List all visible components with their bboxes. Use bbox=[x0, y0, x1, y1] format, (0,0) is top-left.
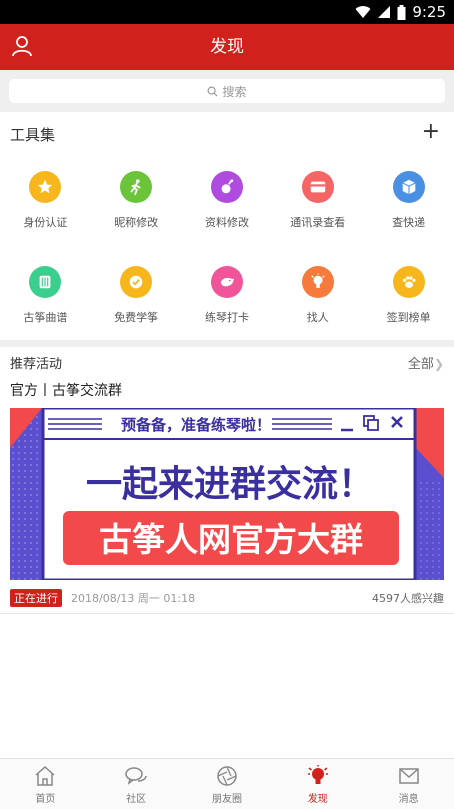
banner-art: 预备备，准备练琴啦！ 一起来进群交流！ 古筝人网官方大群 bbox=[10, 408, 444, 580]
bulb-icon bbox=[301, 266, 334, 298]
chevron-right-icon: ❯ bbox=[433, 357, 444, 371]
wifi-icon bbox=[355, 6, 371, 19]
see-all-label: 全部 bbox=[407, 357, 434, 372]
status-bar: 9:25 bbox=[0, 0, 454, 24]
tab-home[interactable]: 首页 bbox=[0, 759, 91, 809]
star-icon bbox=[29, 171, 62, 203]
section-divider bbox=[0, 340, 454, 347]
tool-profile-edit[interactable]: 资料修改 bbox=[182, 162, 273, 257]
tool-label: 练琴打卡 bbox=[204, 311, 249, 324]
banner-line1: 预备备，准备练琴啦！ bbox=[121, 416, 271, 434]
see-all-link[interactable]: 全部❯ bbox=[408, 353, 444, 372]
tab-label: 社区 bbox=[126, 794, 147, 805]
mail-icon bbox=[398, 768, 419, 784]
tab-label: 发现 bbox=[307, 794, 328, 805]
banner-line3: 古筝人网官方大群 bbox=[99, 520, 363, 559]
paw-icon bbox=[392, 266, 425, 298]
score-icon bbox=[29, 266, 62, 298]
tool-signin-ranking[interactable]: 签到榜单 bbox=[363, 257, 454, 352]
tool-find-people[interactable]: 找人 bbox=[272, 257, 363, 352]
content-separator bbox=[0, 613, 454, 614]
status-time: 9:25 bbox=[412, 3, 446, 21]
bottle-icon bbox=[210, 171, 243, 203]
activity-banner[interactable]: 预备备，准备练琴啦！ 一起来进群交流！ 古筝人网官方大群 bbox=[10, 408, 444, 580]
add-tool-button[interactable]: + bbox=[422, 120, 440, 144]
activity-title[interactable]: 官方丨古筝交流群 bbox=[10, 380, 122, 400]
bottom-tab-bar: 首页 社区 朋友圈 发现 消息 bbox=[0, 758, 454, 809]
package-icon bbox=[392, 171, 425, 203]
banner-line2: 一起来进群交流！ bbox=[86, 463, 374, 505]
runner-icon bbox=[120, 171, 153, 203]
chat-icon bbox=[125, 767, 147, 785]
tool-label: 昵称修改 bbox=[114, 216, 159, 229]
tab-moments[interactable]: 朋友圈 bbox=[182, 759, 273, 809]
aperture-icon bbox=[217, 766, 237, 786]
tool-free-lessons[interactable]: 免费学筝 bbox=[91, 257, 182, 352]
tab-label: 朋友圈 bbox=[211, 794, 242, 805]
tab-community[interactable]: 社区 bbox=[91, 759, 182, 809]
tools-section: 工具集 + 身份认证 昵称修改 资料修改 通讯录查看 查快递 古筝曲谱 免费学筝… bbox=[0, 112, 454, 340]
tool-identity-verify[interactable]: 身份认证 bbox=[0, 162, 91, 257]
tool-label: 古筝曲谱 bbox=[23, 311, 68, 324]
search-input[interactable]: 搜索 bbox=[9, 79, 445, 103]
recommended-heading: 推荐活动 bbox=[10, 357, 63, 372]
tools-heading: 工具集 bbox=[10, 126, 56, 144]
search-placeholder: 搜索 bbox=[222, 84, 247, 99]
tool-contacts-view[interactable]: 通讯录查看 bbox=[272, 162, 363, 257]
app-header: 发现 bbox=[0, 24, 454, 70]
activity-datetime: 2018/08/13 周一 01:18 bbox=[71, 592, 196, 605]
activity-meta: 正在进行 2018/08/13 周一 01:18 4597人感兴趣 bbox=[10, 588, 444, 607]
tool-guzheng-score[interactable]: 古筝曲谱 bbox=[0, 257, 91, 352]
battery-icon bbox=[397, 4, 406, 20]
card-icon bbox=[301, 171, 334, 203]
check-badge-icon bbox=[120, 266, 153, 298]
home-icon bbox=[35, 765, 55, 786]
bulb-icon bbox=[307, 765, 328, 784]
page-title: 发现 bbox=[210, 37, 244, 57]
status-badge: 正在进行 bbox=[10, 589, 62, 607]
tool-label: 找人 bbox=[306, 311, 329, 324]
tools-grid: 身份认证 昵称修改 资料修改 通讯录查看 查快递 古筝曲谱 免费学筝 练琴打卡 … bbox=[0, 162, 454, 352]
tool-express-track[interactable]: 查快递 bbox=[363, 162, 454, 257]
search-area: 搜索 bbox=[0, 70, 454, 112]
tab-messages[interactable]: 消息 bbox=[363, 759, 454, 809]
tool-label: 通讯录查看 bbox=[290, 216, 346, 229]
tool-label: 身份认证 bbox=[23, 216, 68, 229]
bird-icon bbox=[210, 266, 243, 298]
tab-label: 消息 bbox=[398, 794, 419, 805]
tool-label: 查快递 bbox=[392, 216, 426, 229]
tab-label: 首页 bbox=[35, 794, 56, 805]
tool-label: 免费学筝 bbox=[114, 311, 159, 324]
tool-nickname-edit[interactable]: 昵称修改 bbox=[91, 162, 182, 257]
interest-count: 4597人感兴趣 bbox=[372, 592, 444, 605]
search-icon bbox=[207, 86, 218, 97]
signal-icon bbox=[378, 6, 391, 18]
tool-practice-checkin[interactable]: 练琴打卡 bbox=[182, 257, 273, 352]
tool-label: 资料修改 bbox=[204, 216, 249, 229]
tool-label: 签到榜单 bbox=[386, 311, 431, 324]
tab-discover[interactable]: 发现 bbox=[272, 759, 363, 809]
